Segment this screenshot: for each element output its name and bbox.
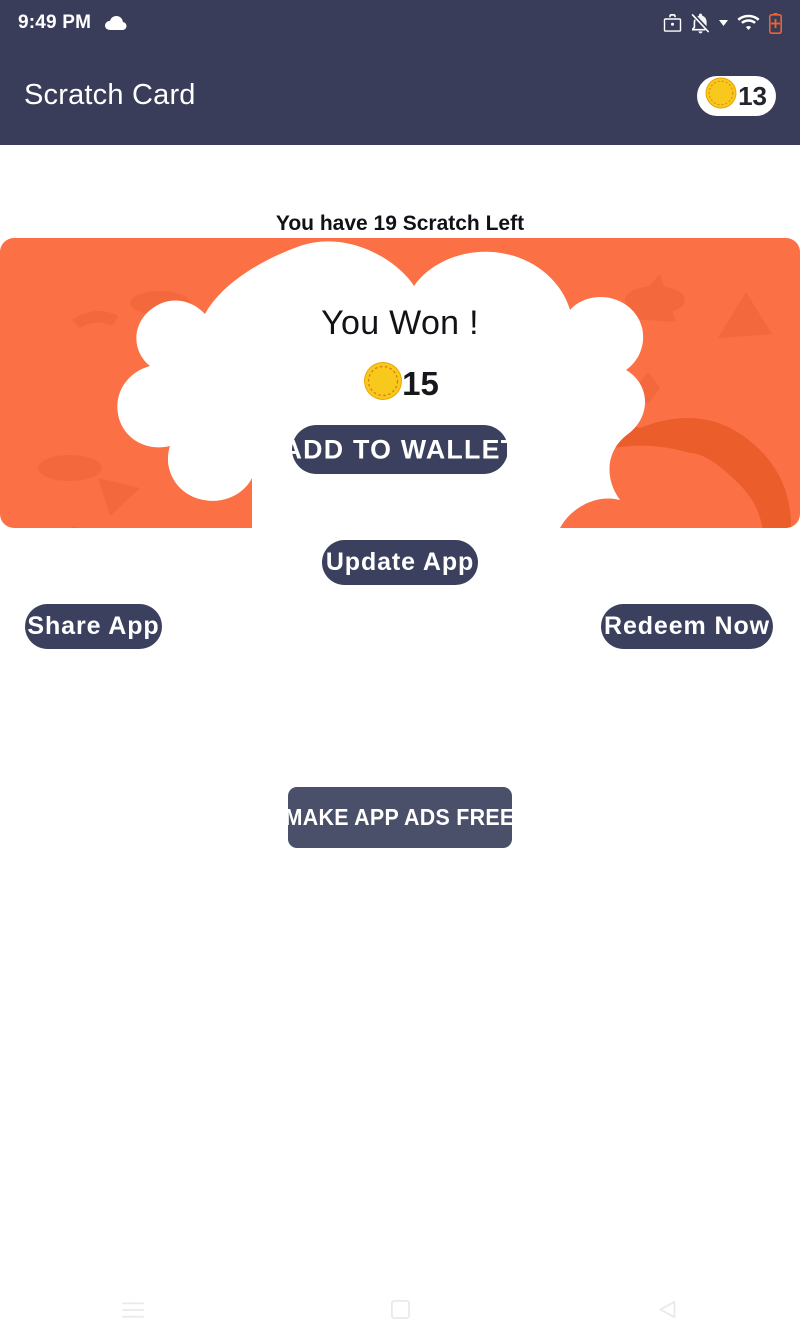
home-icon [390,1299,410,1324]
status-bar-right-icons [663,12,782,34]
redeem-now-button[interactable]: Redeem Now [601,604,773,649]
app-screen: 9:49 PM Scratch Card 13 You have 19 Scra… [0,0,800,1340]
update-app-label: Update App [325,548,475,576]
scratch-card[interactable]: You Won ! 15 ADD TO WALLET [0,238,800,528]
cloud-icon [105,15,127,31]
app-bar: Scratch Card 13 [0,46,800,145]
work-profile-icon [663,13,682,33]
back-icon [658,1300,676,1324]
status-bar-clock: 9:49 PM [18,12,92,33]
share-app-button[interactable]: Share App [25,604,162,649]
redeem-now-label: Redeem Now [604,612,770,640]
won-amount-row: 15 [361,359,439,408]
coin-balance-badge[interactable]: 13 [697,75,776,116]
system-navigation-bar [0,1284,800,1340]
make-app-ads-free-label: MAKE APP ADS FREE [285,804,515,830]
notifications-muted-icon [691,12,710,34]
signal-triangle-icon [719,19,728,27]
you-won-title: You Won ! [321,304,479,342]
back-button[interactable] [533,1300,800,1324]
status-bar-left-icons [105,15,127,31]
add-to-wallet-button[interactable]: ADD TO WALLET [282,425,517,474]
reward-coin-icon [361,359,405,408]
battery-icon [769,12,782,34]
share-app-label: Share App [27,612,160,640]
scratch-left-label: You have 19 Scratch Left [275,212,525,235]
wifi-icon [737,14,760,32]
make-app-ads-free-button[interactable]: MAKE APP ADS FREE [285,787,515,848]
recents-button[interactable] [0,1302,267,1323]
home-button[interactable] [267,1299,534,1324]
coin-icon [703,75,739,116]
card-content: You Won ! 15 ADD TO WALLET [0,238,800,528]
status-bar: 9:49 PM [0,0,800,46]
update-app-button[interactable]: Update App [322,540,478,585]
page-title: Scratch Card [24,79,196,111]
add-to-wallet-label: ADD TO WALLET [282,433,518,465]
recents-icon [122,1302,145,1323]
coin-balance-count: 13 [738,80,767,111]
won-amount-value: 15 [402,365,439,402]
